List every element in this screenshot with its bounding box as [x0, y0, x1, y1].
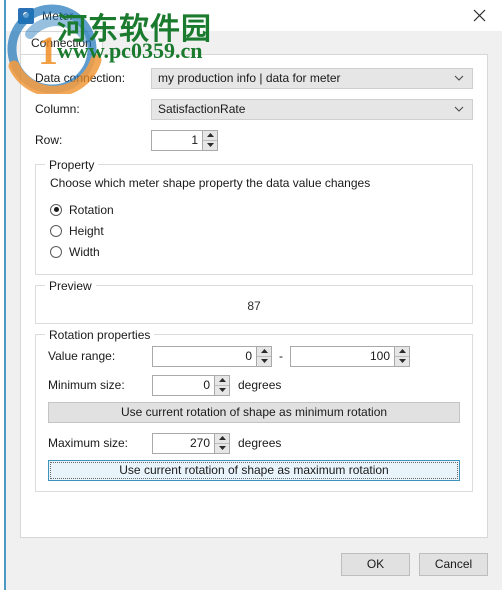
title-bar: Meter	[6, 0, 502, 31]
maximum-size-row: Maximum size: 270 degrees	[48, 432, 460, 454]
row-stepper-up[interactable]	[203, 131, 217, 141]
value-range-max-down[interactable]	[395, 357, 409, 366]
radio-height-mark	[50, 224, 62, 237]
value-range-label: Value range:	[48, 349, 116, 363]
preview-group: Preview 87	[35, 279, 473, 324]
value-range-min-down[interactable]	[257, 357, 271, 366]
maximum-size-down[interactable]	[215, 444, 229, 453]
value-range-min-buttons	[256, 345, 272, 367]
radio-height-label: Height	[69, 223, 104, 238]
chevron-down-icon	[452, 75, 466, 82]
radio-width-mark	[50, 245, 62, 258]
radio-rotation[interactable]: Rotation	[50, 199, 460, 220]
cancel-button[interactable]: Cancel	[419, 552, 488, 576]
column-label: Column:	[35, 102, 80, 116]
row-input[interactable]: 1	[151, 129, 202, 151]
maximum-size-stepper[interactable]: 270	[152, 432, 230, 454]
meter-app-icon	[18, 7, 34, 24]
minimum-size-up[interactable]	[215, 376, 229, 386]
radio-width[interactable]: Width	[50, 241, 460, 262]
ok-button[interactable]: OK	[341, 552, 410, 576]
property-group: Property Choose which meter shape proper…	[35, 158, 473, 275]
row-stepper-buttons	[202, 129, 218, 151]
data-connection-value: my production info | data for meter	[158, 71, 341, 85]
dialog-footer: OK Cancel	[6, 538, 502, 590]
value-range-max-up[interactable]	[395, 347, 409, 357]
chevron-down-icon	[452, 106, 466, 113]
use-current-max-rotation-button[interactable]: Use current rotation of shape as maximum…	[48, 460, 460, 481]
maximum-size-buttons	[214, 432, 230, 454]
column-value: SatisfactionRate	[158, 102, 246, 116]
value-range-min-input[interactable]: 0	[152, 345, 256, 367]
preview-group-title: Preview	[45, 279, 96, 293]
data-connection-select[interactable]: my production info | data for meter	[151, 67, 473, 89]
minimum-size-input[interactable]: 0	[152, 374, 214, 396]
value-range-min-stepper[interactable]: 0	[152, 345, 272, 367]
meter-dialog: Meter Connection Data connection: my pro…	[4, 0, 502, 590]
use-current-min-rotation-button[interactable]: Use current rotation of shape as minimum…	[48, 402, 460, 423]
minimum-size-label: Minimum size:	[48, 378, 125, 392]
column-select[interactable]: SatisfactionRate	[151, 98, 473, 120]
row-stepper[interactable]: 1	[151, 129, 218, 151]
data-connection-row: Data connection: my production info | da…	[35, 67, 473, 89]
window-title: Meter	[42, 8, 74, 23]
row-stepper-down[interactable]	[203, 141, 217, 150]
maximum-size-up[interactable]	[215, 434, 229, 444]
minimum-size-stepper[interactable]: 0	[152, 374, 230, 396]
maximum-size-input[interactable]: 270	[152, 432, 214, 454]
value-range-max-buttons	[394, 345, 410, 367]
row-row: Row: 1	[35, 129, 473, 151]
maximum-size-label: Maximum size:	[48, 436, 129, 450]
radio-height[interactable]: Height	[50, 220, 460, 241]
tab-connection-label: Connection	[31, 36, 92, 50]
minimum-size-row: Minimum size: 0 degrees	[48, 374, 460, 396]
data-connection-label: Data connection:	[35, 71, 126, 85]
tab-strip: Connection	[6, 31, 502, 54]
minimum-size-buttons	[214, 374, 230, 396]
value-range-min-up[interactable]	[257, 347, 271, 357]
close-icon[interactable]	[457, 0, 502, 31]
minimum-size-down[interactable]	[215, 386, 229, 395]
column-row: Column: SatisfactionRate	[35, 98, 473, 120]
value-range-row: Value range: 0 - 100	[48, 345, 460, 367]
rotation-group-title: Rotation properties	[45, 328, 155, 342]
radio-width-label: Width	[69, 244, 100, 259]
maximum-size-unit: degrees	[238, 436, 282, 450]
preview-value: 87	[247, 299, 261, 313]
value-range-separator: -	[279, 349, 283, 363]
value-range-max-input[interactable]: 100	[290, 345, 394, 367]
row-label: Row:	[35, 133, 63, 147]
radio-rotation-label: Rotation	[69, 202, 114, 217]
connection-panel: Data connection: my production info | da…	[20, 54, 488, 538]
property-group-description: Choose which meter shape property the da…	[50, 176, 371, 190]
rotation-properties-group: Rotation properties Value range: 0 - 100…	[35, 328, 473, 492]
value-range-max-stepper[interactable]: 100	[290, 345, 410, 367]
property-group-title: Property	[45, 158, 99, 172]
radio-rotation-mark	[50, 203, 62, 216]
minimum-size-unit: degrees	[238, 378, 282, 392]
close-glyph	[473, 9, 486, 22]
tab-connection[interactable]: Connection	[20, 31, 103, 54]
